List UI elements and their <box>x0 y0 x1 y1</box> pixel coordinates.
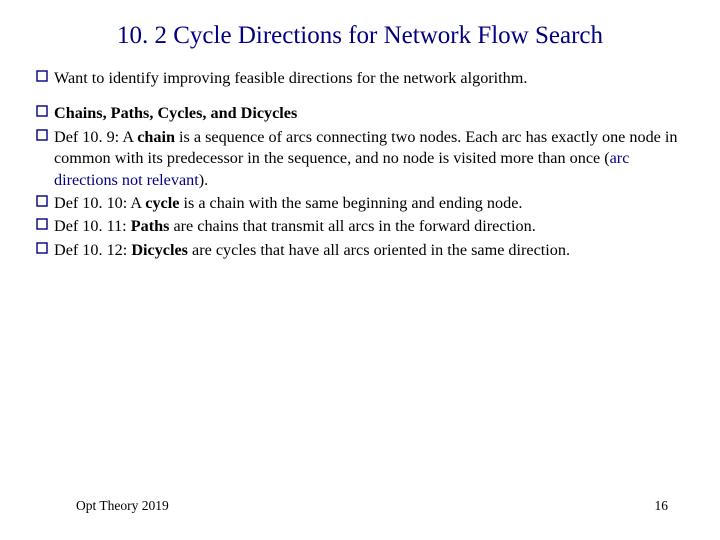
bullet-marker-icon <box>36 240 48 261</box>
footer-right: 16 <box>655 498 669 514</box>
bullet-marker-icon <box>36 216 48 237</box>
bullet-item: Chains, Paths, Cycles, and Dicycles <box>36 103 684 124</box>
bullet-text: Chains, Paths, Cycles, and Dicycles <box>54 103 684 124</box>
bullet-marker-icon <box>36 68 48 89</box>
bullet-item: Want to identify improving feasible dire… <box>36 68 684 89</box>
bullet-list: Want to identify improving feasible dire… <box>36 68 684 261</box>
bullet-text: Def 10. 10: A cycle is a chain with the … <box>54 193 684 214</box>
bullet-marker-icon <box>36 103 48 124</box>
bullet-text: Want to identify improving feasible dire… <box>54 68 684 89</box>
slide: 10. 2 Cycle Directions for Network Flow … <box>0 0 720 540</box>
bullet-text: Def 10. 11: Paths are chains that transm… <box>54 216 684 237</box>
bullet-marker-icon <box>36 127 48 191</box>
bullet-item: Def 10. 12: Dicycles are cycles that hav… <box>36 240 684 261</box>
spacer <box>36 91 684 103</box>
bullet-item: Def 10. 10: A cycle is a chain with the … <box>36 193 684 214</box>
bullet-text: Def 10. 9: A chain is a sequence of arcs… <box>54 127 684 191</box>
footer-left: Opt Theory 2019 <box>76 498 169 514</box>
bullet-item: Def 10. 9: A chain is a sequence of arcs… <box>36 127 684 191</box>
bullet-marker-icon <box>36 193 48 214</box>
bullet-item: Def 10. 11: Paths are chains that transm… <box>36 216 684 237</box>
slide-title: 10. 2 Cycle Directions for Network Flow … <box>36 22 684 50</box>
bullet-text: Def 10. 12: Dicycles are cycles that hav… <box>54 240 684 261</box>
